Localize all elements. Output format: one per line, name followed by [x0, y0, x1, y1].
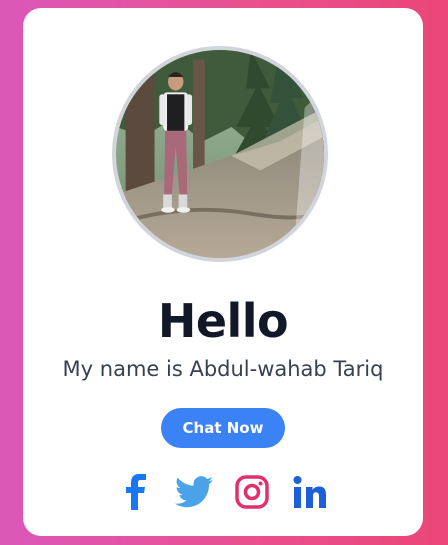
chat-now-button[interactable]: Chat Now	[161, 408, 285, 448]
intro-text: My name is Abdul-wahab Tariq	[62, 357, 384, 381]
profile-photo	[116, 50, 324, 258]
greeting-heading: Hello	[157, 294, 289, 348]
profile-card: Hello My name is Abdul-wahab Tariq Chat …	[23, 8, 423, 536]
social-links	[23, 472, 423, 512]
instagram-icon	[235, 475, 269, 509]
facebook-icon	[126, 474, 146, 510]
twitter-link[interactable]	[174, 472, 214, 512]
avatar	[112, 46, 328, 262]
instagram-link[interactable]	[232, 472, 272, 512]
facebook-link[interactable]	[116, 472, 156, 512]
twitter-icon	[175, 476, 213, 508]
linkedin-link[interactable]	[290, 472, 330, 512]
linkedin-icon	[293, 476, 326, 508]
